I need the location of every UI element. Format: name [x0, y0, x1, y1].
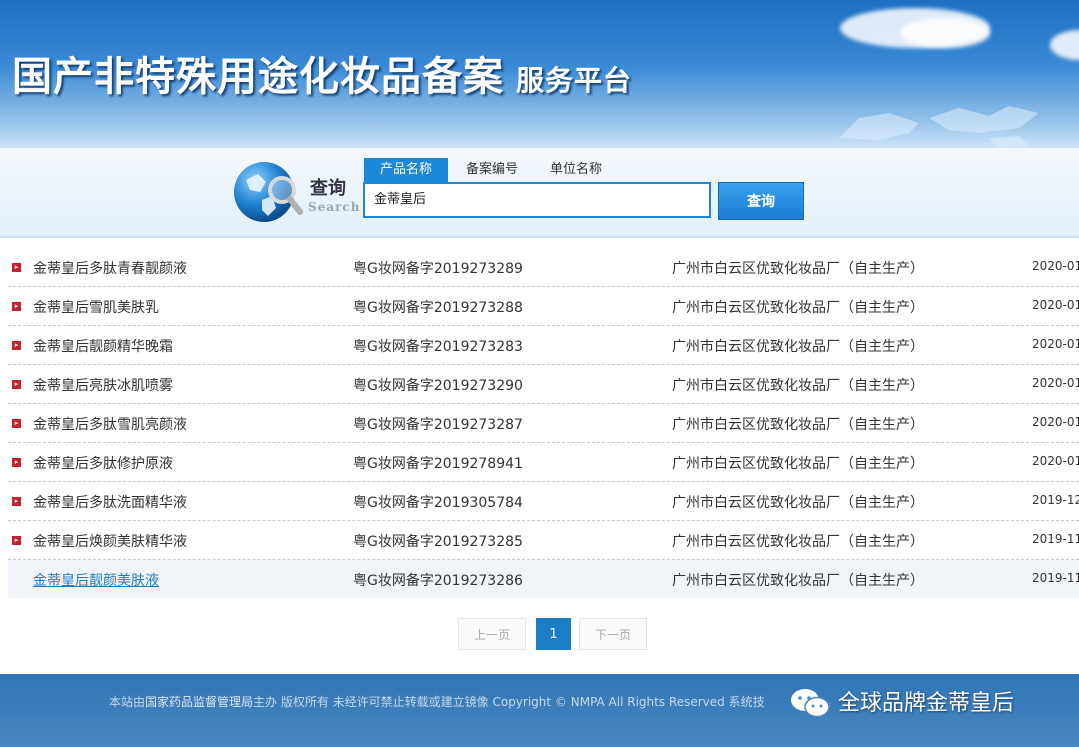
arrow-bullet-icon: ▸ [12, 497, 21, 506]
list-item[interactable]: ▸ 金蒂皇后多肽雪肌亮颜液 粤G妆网备字2019273287 广州市白云区优致化… [8, 404, 1079, 443]
footer-copyright: 本站由国家药品监督管理局主办 版权所有 未经许可禁止转载或建立镜像 Copyri… [109, 693, 765, 710]
company-name: 广州市白云区优致化妆品厂（自主生产） [672, 339, 924, 355]
product-name-link[interactable]: 金蒂皇后靓颜精华晚霜 [33, 336, 173, 356]
company-name: 广州市白云区优致化妆品厂（自主生产） [672, 573, 924, 589]
product-name-link[interactable]: 金蒂皇后多肽修护原液 [33, 453, 173, 473]
footer-text-c: 主办 版权所有 未经许可禁止转载或建立镜像 Copyright © NMPA A… [253, 695, 765, 709]
filing-number: 粤G妆网备字2019278941 [353, 456, 523, 472]
filing-date: 2020-01- [1032, 376, 1079, 390]
arrow-bullet-icon: ▸ [12, 263, 21, 272]
arrow-bullet-icon: ▸ [12, 302, 21, 311]
search-panel: 查询 Search 产品名称 备案编号 单位名称 金蒂皇后 查询 [0, 148, 1079, 238]
company-name: 广州市白云区优致化妆品厂（自主生产） [672, 300, 924, 316]
search-input[interactable]: 金蒂皇后 [363, 182, 711, 218]
watermark-text: 全球品牌金蒂皇后 [838, 691, 1015, 716]
arrow-bullet-icon: ▸ [12, 341, 21, 350]
arrow-bullet-icon: ▸ [12, 458, 21, 467]
filing-date: 2020-01- [1032, 259, 1079, 273]
product-name-link[interactable]: 金蒂皇后多肽青春靓颜液 [33, 258, 187, 278]
filing-number: 粤G妆网备字2019273286 [353, 573, 523, 589]
filing-date: 2019-12- [1032, 493, 1079, 507]
footer-org-link[interactable]: 国家药品监督管理局 [145, 695, 253, 709]
search-button[interactable]: 查询 [718, 182, 804, 220]
prev-page-button[interactable]: 上一页 [458, 618, 526, 650]
list-item-hovered[interactable]: 金蒂皇后靓颜美肤液 粤G妆网备字2019273286 广州市白云区优致化妆品厂（… [8, 560, 1079, 598]
list-item[interactable]: ▸ 金蒂皇后亮肤冰肌喷雾 粤G妆网备字2019273290 广州市白云区优致化妆… [8, 365, 1079, 404]
filing-date: 2020-01- [1032, 454, 1079, 468]
footer: 本站由国家药品监督管理局主办 版权所有 未经许可禁止转载或建立镜像 Copyri… [0, 674, 1079, 747]
product-name-link[interactable]: 金蒂皇后多肽雪肌亮颜液 [33, 414, 187, 434]
header-banner: 国产非特殊用途化妆品备案 服务平台 [0, 0, 1079, 148]
filing-date: 2019-11- [1032, 532, 1079, 546]
product-name-link[interactable]: 金蒂皇后雪肌美肤乳 [33, 297, 159, 317]
filing-number: 粤G妆网备字2019273290 [353, 378, 523, 394]
list-item[interactable]: ▸ 金蒂皇后靓颜精华晚霜 粤G妆网备字2019273283 广州市白云区优致化妆… [8, 326, 1079, 365]
tab-filing-number[interactable]: 备案编号 [450, 158, 534, 182]
tab-product-name[interactable]: 产品名称 [364, 158, 448, 182]
filing-date: 2020-01- [1032, 415, 1079, 429]
company-name: 广州市白云区优致化妆品厂（自主生产） [672, 456, 924, 472]
site-title-main: 国产非特殊用途化妆品备案 [12, 53, 504, 100]
filing-date: 2019-11- [1032, 571, 1079, 585]
filing-number: 粤G妆网备字2019273287 [353, 417, 523, 433]
site-title-sub: 服务平台 [516, 64, 633, 97]
next-page-button[interactable]: 下一页 [579, 618, 647, 650]
footer-text-a: 本站由 [109, 695, 146, 709]
search-label-en: Search [308, 200, 361, 214]
product-name-link[interactable]: 金蒂皇后靓颜美肤液 [33, 570, 159, 590]
filing-number: 粤G妆网备字2019273283 [353, 339, 523, 355]
company-name: 广州市白云区优致化妆品厂（自主生产） [672, 417, 924, 433]
product-name-link[interactable]: 金蒂皇后焕颜美肤精华液 [33, 531, 187, 551]
globe-magnifier-icon [234, 162, 303, 222]
cloud-decoration [900, 18, 990, 48]
company-name: 广州市白云区优致化妆品厂（自主生产） [672, 261, 924, 277]
list-item[interactable]: ▸ 金蒂皇后雪肌美肤乳 粤G妆网备字2019273288 广州市白云区优致化妆品… [8, 287, 1079, 326]
page-number-button[interactable]: 1 [536, 618, 571, 650]
arrow-bullet-icon: ▸ [12, 536, 21, 545]
filing-date: 2020-01- [1032, 298, 1079, 312]
company-name: 广州市白云区优致化妆品厂（自主生产） [672, 534, 924, 550]
filing-number: 粤G妆网备字2019273289 [353, 261, 523, 277]
arrow-bullet-icon: ▸ [12, 419, 21, 428]
filing-number: 粤G妆网备字2019273288 [353, 300, 523, 316]
product-name-link[interactable]: 金蒂皇后多肽洗面精华液 [33, 492, 187, 512]
filing-number: 粤G妆网备字2019273285 [353, 534, 523, 550]
company-name: 广州市白云区优致化妆品厂（自主生产） [672, 378, 924, 394]
tab-company-name[interactable]: 单位名称 [534, 158, 618, 182]
world-map-decoration [839, 106, 1039, 148]
arrow-bullet-icon: ▸ [12, 380, 21, 389]
list-item[interactable]: ▸ 金蒂皇后多肽修护原液 粤G妆网备字2019278941 广州市白云区优致化妆… [8, 443, 1079, 482]
list-item[interactable]: ▸ 金蒂皇后多肽青春靓颜液 粤G妆网备字2019273289 广州市白云区优致化… [8, 248, 1079, 287]
company-name: 广州市白云区优致化妆品厂（自主生产） [672, 495, 924, 511]
product-name-link[interactable]: 金蒂皇后亮肤冰肌喷雾 [33, 375, 173, 395]
filing-date: 2020-01- [1032, 337, 1079, 351]
list-item[interactable]: ▸ 金蒂皇后多肽洗面精华液 粤G妆网备字2019305784 广州市白云区优致化… [8, 482, 1079, 521]
wechat-icon [791, 689, 830, 718]
search-label: 查询 [310, 178, 346, 199]
site-title: 国产非特殊用途化妆品备案 服务平台 [12, 44, 632, 102]
filing-number: 粤G妆网备字2019305784 [353, 495, 523, 511]
cloud-decoration [1050, 30, 1079, 60]
list-item[interactable]: ▸ 金蒂皇后焕颜美肤精华液 粤G妆网备字2019273285 广州市白云区优致化… [8, 521, 1079, 560]
results-list: ▸ 金蒂皇后多肽青春靓颜液 粤G妆网备字2019273289 广州市白云区优致化… [8, 248, 1079, 598]
